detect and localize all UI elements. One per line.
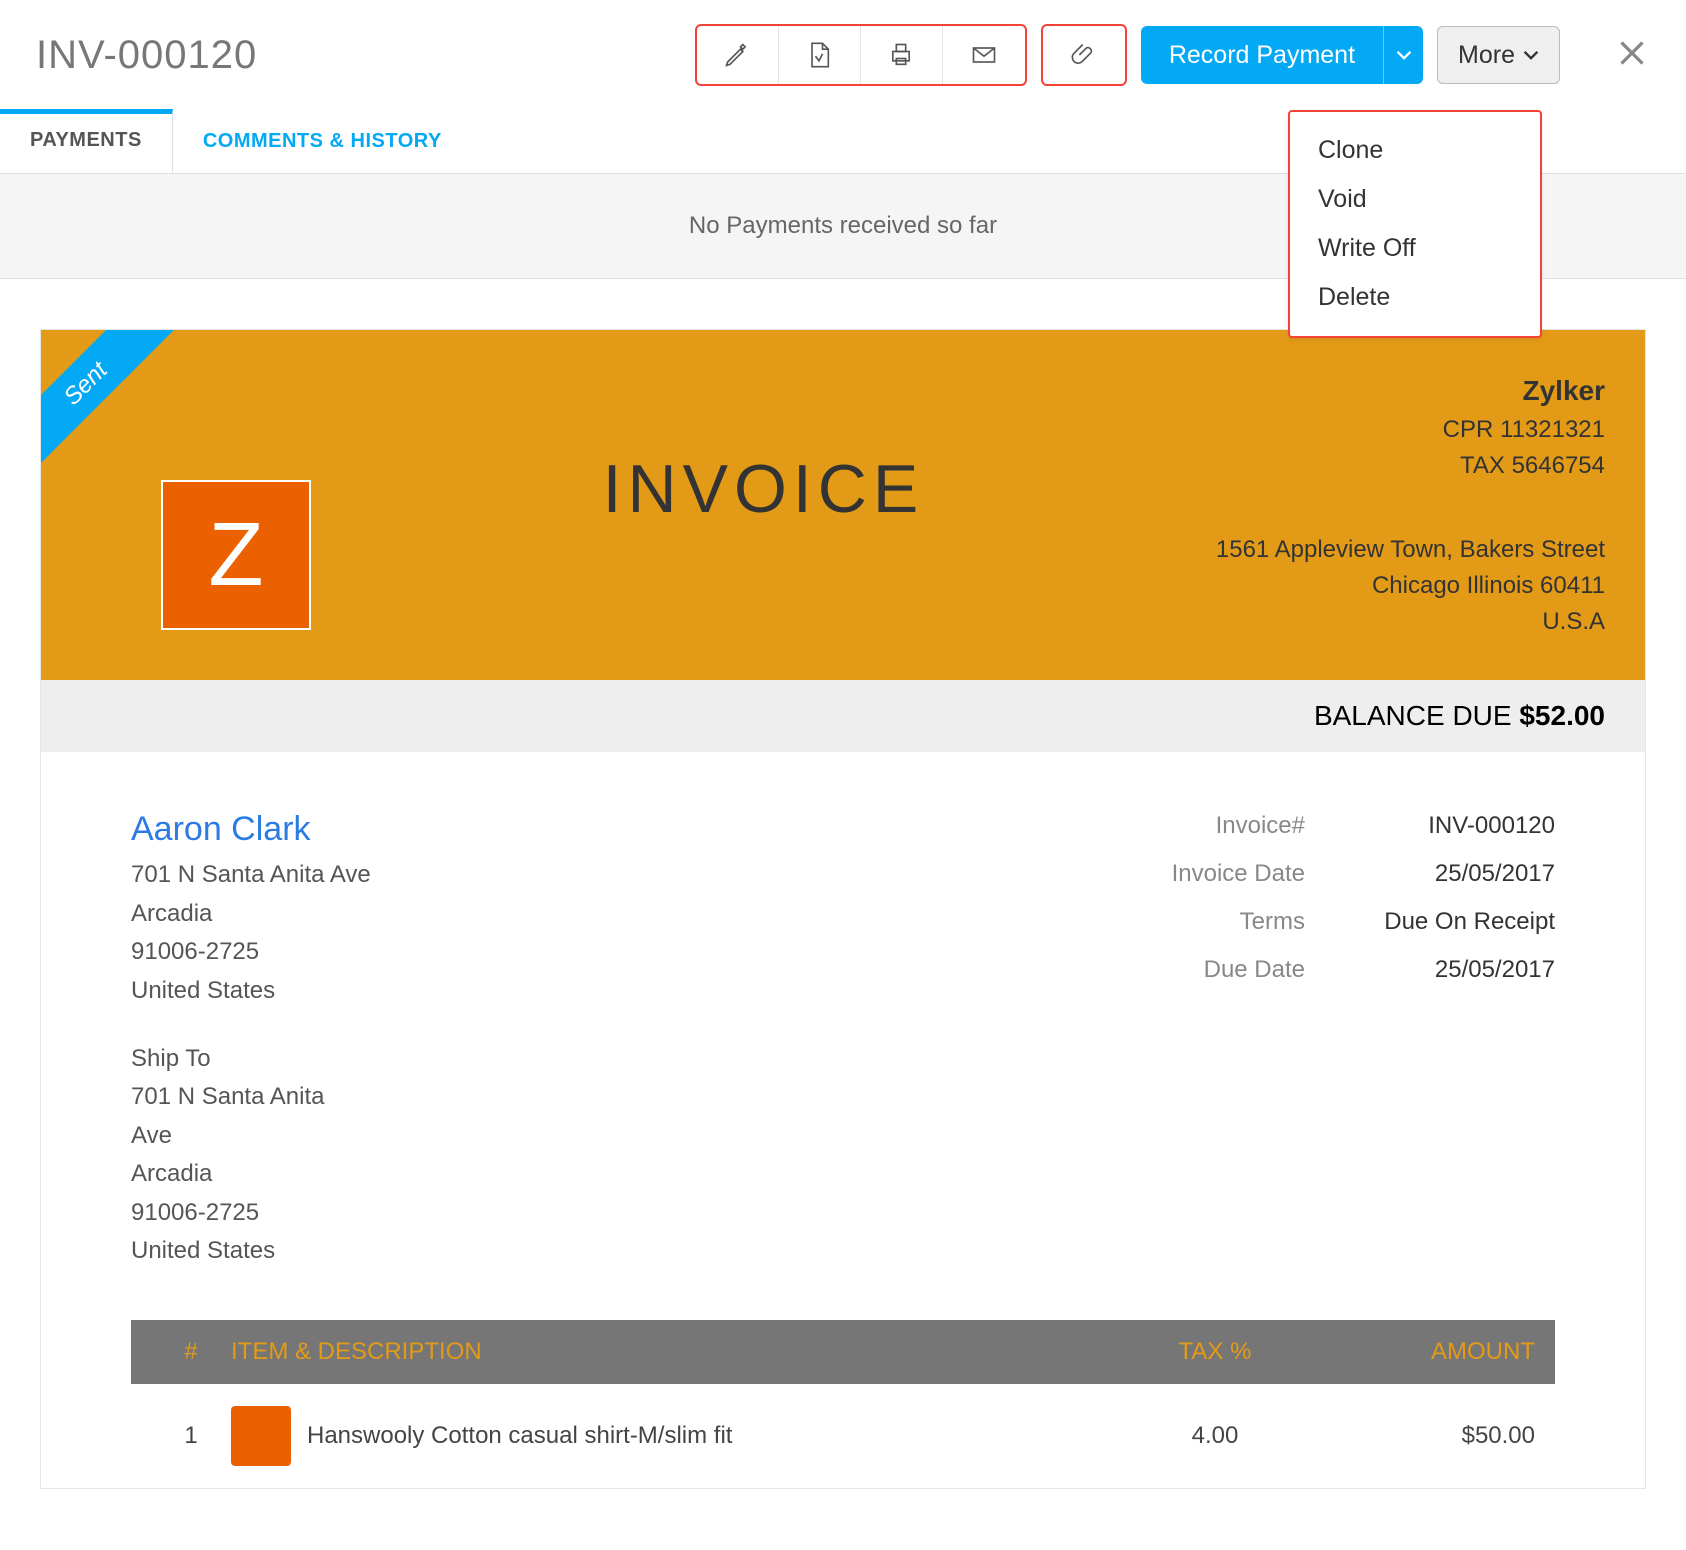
ship-to-label: Ship To bbox=[131, 1040, 371, 1078]
ship-addr1b: Ave bbox=[131, 1117, 371, 1155]
meta-number-v: INV-000120 bbox=[1345, 802, 1555, 850]
company-addr2: Chicago Illinois 60411 bbox=[1216, 568, 1605, 604]
attach-group bbox=[1041, 24, 1127, 86]
col-tax: TAX % bbox=[1115, 1338, 1315, 1366]
email-button[interactable] bbox=[943, 26, 1025, 84]
invoice-meta: Invoice# INV-000120 Invoice Date 25/05/201… bbox=[1135, 802, 1555, 1270]
bill-addr4: United States bbox=[131, 972, 371, 1010]
company-logo: Z bbox=[161, 480, 311, 630]
menu-writeoff[interactable]: Write Off bbox=[1290, 224, 1540, 273]
more-button[interactable]: More bbox=[1437, 26, 1560, 84]
record-payment-button[interactable]: Record Payment bbox=[1141, 26, 1423, 84]
close-icon bbox=[1614, 35, 1650, 71]
printer-icon bbox=[887, 41, 915, 69]
bill-addr3: 91006-2725 bbox=[131, 933, 371, 971]
row-amount: $50.00 bbox=[1315, 1422, 1535, 1450]
company-info: Zylker CPR 11321321 TAX 5646754 1561 App… bbox=[1216, 370, 1605, 640]
invoice-doc-title: INVOICE bbox=[311, 450, 1216, 528]
table-row: 1 Hanswooly Cotton casual shirt-M/slim f… bbox=[131, 1384, 1555, 1488]
company-cpr: CPR 11321321 bbox=[1216, 412, 1605, 448]
bill-addr2: Arcadia bbox=[131, 895, 371, 933]
meta-terms-v: Due On Receipt bbox=[1345, 898, 1555, 946]
ship-addr2: Arcadia bbox=[131, 1155, 371, 1193]
tab-payments[interactable]: PAYMENTS bbox=[0, 109, 173, 173]
col-num: # bbox=[151, 1338, 231, 1366]
item-thumbnail bbox=[231, 1406, 291, 1466]
close-button[interactable] bbox=[1614, 35, 1650, 76]
more-label: More bbox=[1458, 41, 1515, 70]
meta-terms-k: Terms bbox=[1135, 898, 1305, 946]
row-tax: 4.00 bbox=[1115, 1422, 1315, 1450]
menu-void[interactable]: Void bbox=[1290, 175, 1540, 224]
caret-down-icon bbox=[1396, 47, 1412, 63]
record-payment-caret[interactable] bbox=[1383, 26, 1423, 84]
pencil-icon bbox=[723, 41, 751, 69]
pdf-icon bbox=[805, 41, 833, 69]
ship-addr3: 91006-2725 bbox=[131, 1194, 371, 1232]
customer-name[interactable]: Aaron Clark bbox=[131, 802, 371, 856]
meta-due-k: Due Date bbox=[1135, 946, 1305, 994]
row-num: 1 bbox=[151, 1422, 231, 1450]
balance-amount: $52.00 bbox=[1519, 700, 1605, 731]
print-button[interactable] bbox=[861, 26, 943, 84]
more-dropdown: Clone Void Write Off Delete bbox=[1288, 110, 1542, 338]
mail-icon bbox=[970, 41, 998, 69]
company-tax: TAX 5646754 bbox=[1216, 448, 1605, 484]
company-addr3: U.S.A bbox=[1216, 604, 1605, 640]
meta-due-v: 25/05/2017 bbox=[1345, 946, 1555, 994]
edit-button[interactable] bbox=[697, 26, 779, 84]
row-desc: Hanswooly Cotton casual shirt-M/slim fit bbox=[307, 1422, 732, 1450]
caret-down-icon bbox=[1523, 47, 1539, 63]
items-table: # ITEM & DESCRIPTION TAX % AMOUNT 1 Hans… bbox=[131, 1320, 1555, 1488]
balance-bar: BALANCE DUE $52.00 bbox=[41, 680, 1645, 752]
paperclip-icon bbox=[1070, 41, 1098, 69]
invoice-card: Sent Z INVOICE Zylker CPR 11321321 TAX 5… bbox=[40, 329, 1646, 1489]
action-icon-group bbox=[695, 24, 1027, 86]
bill-addr1: 701 N Santa Anita Ave bbox=[131, 856, 371, 894]
tab-comments[interactable]: COMMENTS & HISTORY bbox=[173, 110, 472, 173]
attach-button[interactable] bbox=[1043, 26, 1125, 84]
meta-date-v: 25/05/2017 bbox=[1345, 850, 1555, 898]
meta-date-k: Invoice Date bbox=[1135, 850, 1305, 898]
record-payment-label: Record Payment bbox=[1141, 26, 1383, 84]
balance-label: BALANCE DUE bbox=[1314, 700, 1512, 731]
pdf-button[interactable] bbox=[779, 26, 861, 84]
menu-clone[interactable]: Clone bbox=[1290, 126, 1540, 175]
company-name: Zylker bbox=[1216, 370, 1605, 412]
menu-delete[interactable]: Delete bbox=[1290, 273, 1540, 322]
ship-addr4: United States bbox=[131, 1232, 371, 1270]
meta-number-k: Invoice# bbox=[1135, 802, 1305, 850]
col-desc: ITEM & DESCRIPTION bbox=[231, 1338, 1115, 1366]
page-title: INV-000120 bbox=[36, 33, 257, 78]
ship-addr1a: 701 N Santa Anita bbox=[131, 1078, 371, 1116]
company-addr1: 1561 Appleview Town, Bakers Street bbox=[1216, 532, 1605, 568]
col-amount: AMOUNT bbox=[1315, 1338, 1535, 1366]
